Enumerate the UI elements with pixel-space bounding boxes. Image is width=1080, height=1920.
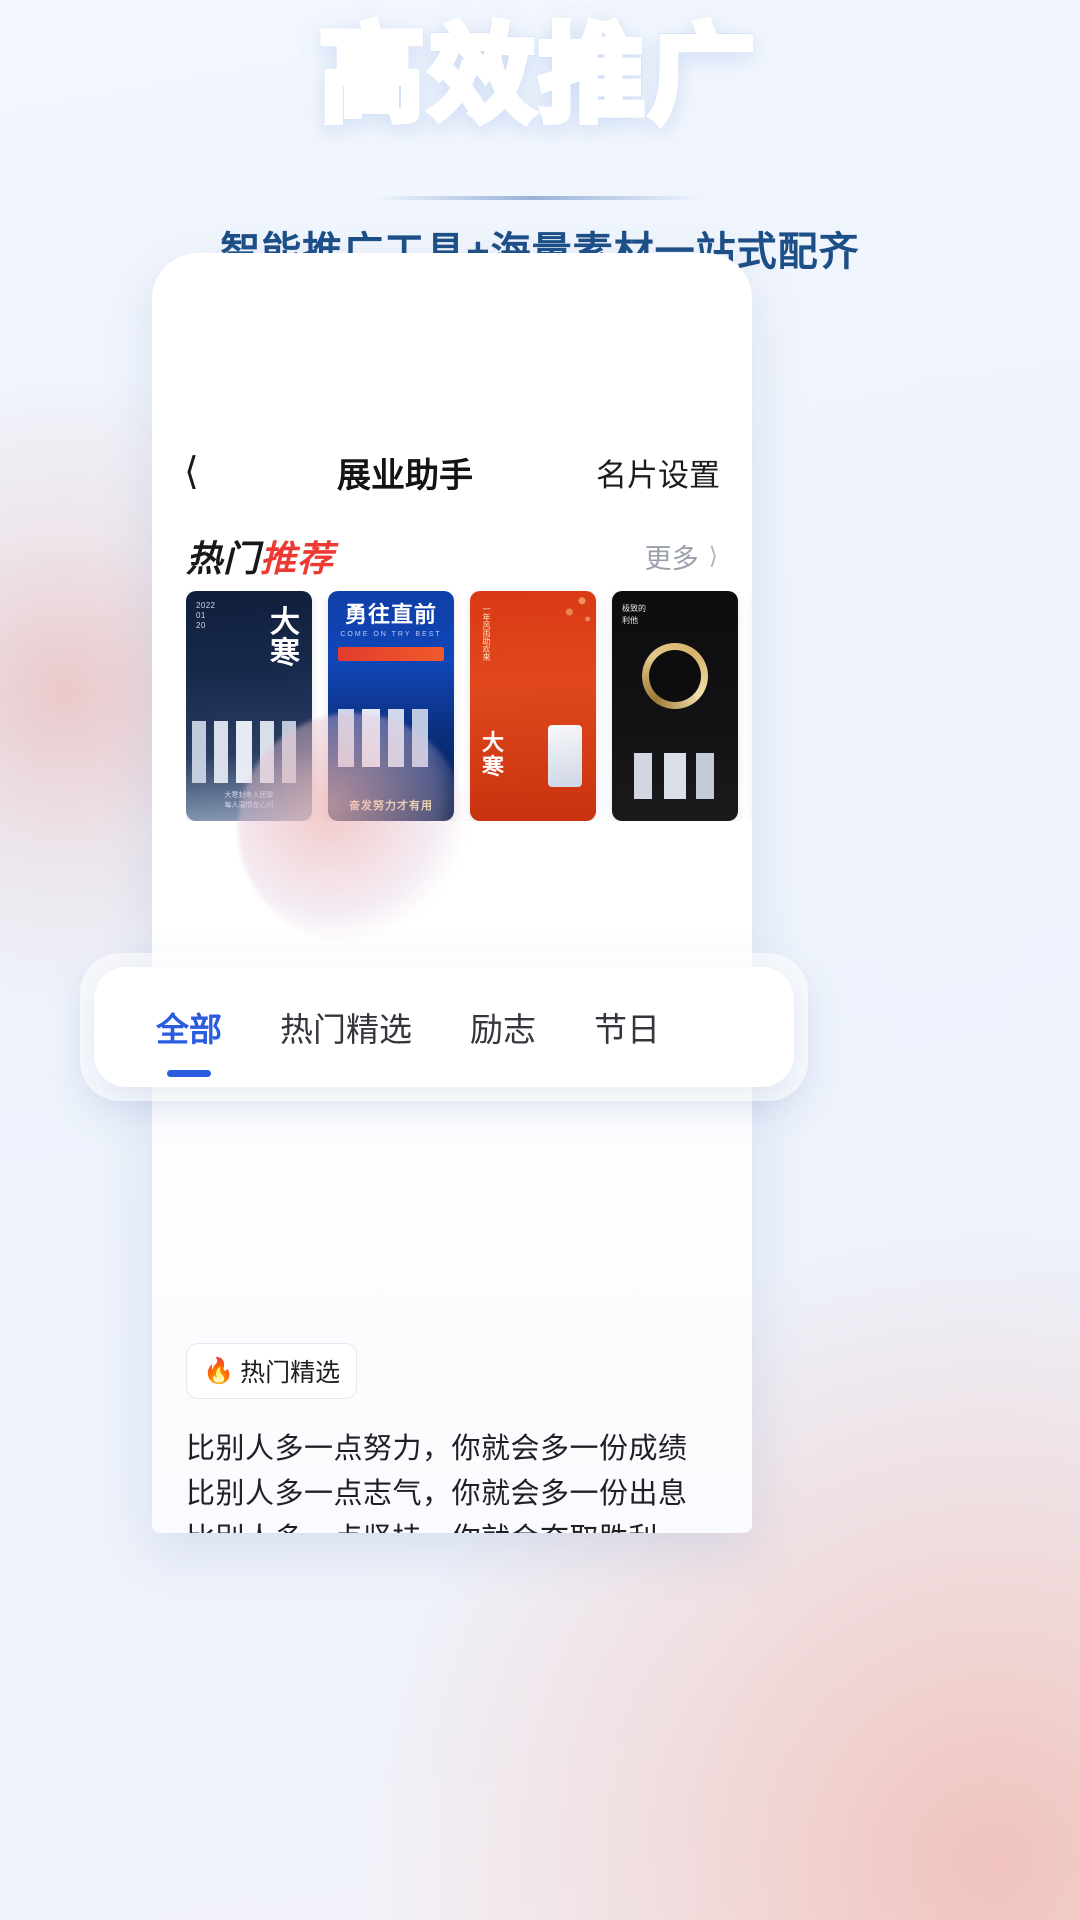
tab-holiday[interactable]: 节日 (594, 1003, 660, 1051)
template-card[interactable]: 极致的 利他 (612, 591, 738, 821)
post-line: 比别人多一点志气，你就会多一份出息 (186, 1478, 688, 1510)
more-link[interactable]: 更多 ⟩ (645, 537, 718, 576)
badge-label: 热门精选 (240, 1359, 341, 1387)
card-caption: 大寒封冬人团聚 每人温情在心间 (224, 792, 274, 809)
card-date: 2022 01 20 (196, 601, 216, 630)
tab-all[interactable]: 全部 (156, 1003, 222, 1051)
post-text-block: 比别人多一点努力，你就会多一份成绩 比别人多一点志气，你就会多一份出息 比别人多… (186, 1427, 718, 1533)
app-title: 展业助手 (337, 456, 473, 495)
post-line: 比别人多一点努力，你就会多一份成绩 (186, 1433, 688, 1465)
gold-ring-graphic (642, 643, 708, 709)
card-title: 极致的 利他 (622, 604, 646, 625)
template-card-carousel[interactable]: 2022 01 20 大寒 大寒封冬人团聚 每人温情在心间 勇往直前 COME ON … (186, 591, 752, 821)
tab-list: 全部 热门精选 励志 节日 (94, 1003, 718, 1051)
tab-inspiration[interactable]: 励志 (470, 1003, 536, 1051)
card-settings-button[interactable]: 名片设置 (596, 450, 720, 495)
hero-banner: 高效推广 智能推广工具+海量素材一站式配齐 (0, 0, 1080, 274)
card-subtitle: COME ON TRY BEST (340, 631, 442, 638)
card-banner (338, 647, 444, 661)
pos-terminal-graphic (186, 721, 312, 783)
phone-mockup: ⟨ 展业助手 名片设置 热门推荐 更多 ⟩ 2022 01 20 大寒 大寒封冬人团… (152, 253, 752, 1533)
hot-label-red: 推荐 (260, 538, 335, 579)
plum-branch-icon (526, 591, 596, 661)
card-vertical-text: 一年风雨助欢来 (482, 605, 491, 661)
card-title: 大寒 (270, 606, 300, 670)
page-title: 高效推广 (0, 18, 1080, 134)
template-card[interactable]: 勇往直前 COME ON TRY BEST 奋发努力才有用 (328, 591, 454, 821)
hot-recommend-label: 热门推荐 (186, 530, 334, 582)
post-content: 🔥 热门精选 比别人多一点努力，你就会多一份成绩 比别人多一点志气，你就会多一份… (152, 1343, 752, 1533)
category-tab-bar[interactable]: 全部 热门精选 励志 节日 (94, 967, 794, 1087)
post-line: 比别人多一点坚持，你就会夺取胜利 (186, 1517, 718, 1533)
status-badge: 🔥 热门精选 (186, 1343, 358, 1399)
card-title: 大寒 (482, 730, 505, 779)
pos-terminal-graphic (548, 725, 582, 787)
app-navbar: ⟨ 展业助手 名片设置 (152, 438, 752, 506)
more-label: 更多 (644, 543, 699, 574)
card-title: 勇往直前 (344, 602, 437, 627)
template-card[interactable]: 2022 01 20 大寒 大寒封冬人团聚 每人温情在心间 (186, 591, 312, 821)
chevron-right-icon: ⟩ (708, 542, 718, 570)
flame-icon: 🔥 (203, 1356, 235, 1385)
card-footer: 奋发努力才有用 (349, 800, 433, 812)
template-card[interactable]: 一年风雨助欢来 大寒 (470, 591, 596, 821)
pos-terminal-graphic (328, 709, 454, 767)
tab-hot-picks[interactable]: 热门精选 (280, 1003, 412, 1051)
pos-terminal-graphic (612, 753, 738, 799)
hot-recommend-header: 热门推荐 更多 ⟩ (152, 525, 752, 587)
hot-label-black: 热门 (186, 538, 261, 579)
